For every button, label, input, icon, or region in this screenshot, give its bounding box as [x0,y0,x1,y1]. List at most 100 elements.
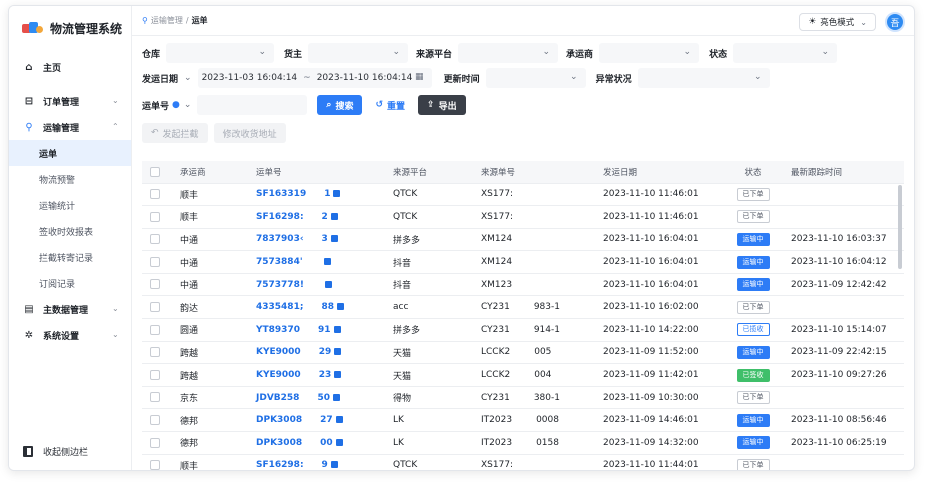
copy-icon[interactable] [333,190,341,198]
select-all-checkbox[interactable] [150,166,160,177]
col-header-latest-track[interactable]: 最新跟踪时间 [783,161,904,184]
row-checkbox[interactable] [150,437,160,448]
waybill-number[interactable]: SF16298: [256,460,304,470]
row-checkbox[interactable] [150,324,160,335]
sidebar-item-orders[interactable]: ⊟ 订单管理 ⌄ [9,88,131,114]
waybill-cell[interactable]: SF16298: 2 [248,205,385,229]
waybill-number[interactable]: DPK3008 [256,438,302,448]
waybill-cell[interactable]: JDVB258 50 [248,386,385,410]
row-checkbox[interactable] [150,234,160,245]
copy-icon[interactable] [334,371,342,379]
table-scrollbar[interactable] [898,185,902,269]
copy-icon[interactable] [324,280,332,288]
col-header-source-no[interactable]: 来源单号 [473,161,595,184]
table-row[interactable]: 圆通 YT89370 91 拼多多 CY231 914-1 2023-11-10 14:22… [142,318,904,342]
waybill-cell[interactable]: 4335481; 88 [248,295,385,320]
col-header-waybill[interactable]: 运单号 [248,161,385,184]
sidebar-item-master-data[interactable]: ▤ 主数据管理 ⌄ [9,296,131,322]
reset-button[interactable]: ↺ 重置 [366,95,415,115]
waybill-number[interactable]: SF163319 [256,189,306,199]
waybill-cell[interactable]: 7837903‹ 3 [248,228,385,252]
col-header-platform[interactable]: 来源平台 [385,161,473,184]
owner-select[interactable]: ⌄ [308,43,409,63]
modify-address-button[interactable]: 修改收货地址 [213,123,286,143]
copy-icon[interactable] [334,348,342,356]
waybill-cell[interactable]: DPK3008 27 [248,408,385,433]
copy-icon[interactable] [333,325,341,333]
row-checkbox[interactable] [150,460,160,470]
table-row[interactable]: 顺丰 SF16298: 2 QTCK XS177: 2023-11-10 11:46:01… [142,205,904,229]
table-row[interactable]: 顺丰 SF163319 1 QTCK XS177: 2023-11-10 11:46:01… [142,183,904,207]
col-header-status[interactable]: 状态 [723,161,783,184]
copy-icon[interactable] [335,416,343,424]
table-row[interactable]: 跨越 KYE9000 29 天猫 LCCK2 005 2023-11-09 11:52:00… [142,341,904,365]
theme-mode-select[interactable]: ☀ 亮色模式 ⌄ [799,13,876,31]
row-checkbox[interactable] [150,414,160,425]
sidebar-sub-transport-stats[interactable]: 运输统计 [9,192,131,218]
col-header-carrier[interactable]: 承运商 [172,161,248,184]
waybill-cell[interactable]: YT89370 91 [248,318,385,342]
waybill-cell[interactable]: SF163319 1 [248,183,385,207]
sidebar-sub-intercept-records[interactable]: 拦截转寄记录 [9,244,131,270]
row-checkbox[interactable] [150,256,160,267]
breadcrumb-parent[interactable]: 运输管理 [151,15,183,26]
sidebar-item-transport[interactable]: ⚲ 运输管理 ⌃ [9,114,131,140]
sidebar-item-settings[interactable]: ✲ 系统设置 ⌄ [9,322,131,348]
row-checkbox[interactable] [150,279,160,290]
ship-date-range[interactable]: 2023-11-03 16:04:14 ~ 2023-11-10 16:04:1… [197,68,432,88]
update-time-select[interactable]: ⌄ [485,68,586,88]
copy-icon[interactable] [323,258,331,266]
exception-select[interactable]: ⌄ [637,68,770,88]
row-checkbox[interactable] [150,392,160,403]
table-row[interactable]: 韵达 4335481; 88 acc CY231 983-1 2023-11-10 16:0… [142,295,904,320]
waybill-number[interactable]: YT89370 [256,325,300,335]
source-platform-select[interactable]: ⌄ [458,43,559,63]
row-checkbox[interactable] [150,302,160,313]
warehouse-select[interactable]: ⌄ [166,43,275,63]
sidebar-sub-sign-report[interactable]: 签收时效报表 [9,218,131,244]
status-select[interactable]: ⌄ [733,43,838,63]
waybill-number[interactable]: 4335481; [256,302,303,312]
search-button[interactable]: ⌕ 搜索 [317,95,363,115]
row-checkbox[interactable] [150,347,160,358]
avatar[interactable]: 吾 [885,12,905,32]
sidebar-sub-logistics-alert[interactable]: 物流预警 [9,166,131,192]
waybill-number[interactable]: 7573778! [256,280,304,290]
table-row[interactable]: 德邦 DPK3008 27 LK IT2023 0008 2023-11-09 14:46:… [142,408,904,433]
waybill-cell[interactable]: KYE9000 23 [248,363,385,387]
waybill-number[interactable]: KYE9000 [256,370,301,380]
table-row[interactable]: 中通 7573778! 抖音 XM123 2023-11-10 16:04:01 运输中 2… [142,273,904,297]
copy-icon[interactable] [332,393,340,401]
sidebar-sub-subscription-records[interactable]: 订阅记录 [9,270,131,296]
sidebar-item-home[interactable]: ⌂ 主页 [9,54,131,80]
waybill-number[interactable]: SF16298: [256,212,304,222]
copy-icon[interactable] [335,438,343,446]
carrier-select[interactable]: ⌄ [599,43,700,63]
waybill-input[interactable] [197,95,308,115]
waybill-number[interactable]: KYE9000 [256,347,301,357]
date-end[interactable]: 2023-11-10 16:04:14 [317,73,413,83]
table-row[interactable]: 顺丰 SF16298: 9 QTCK XS177: 2023-11-10 11:44:01… [142,454,904,470]
col-header-ship-date[interactable]: 发运日期 [595,161,723,184]
row-checkbox[interactable] [150,189,160,200]
waybill-cell[interactable]: 7573884' [248,250,385,274]
copy-icon[interactable] [330,235,338,243]
intercept-button[interactable]: ↶ 发起拦截 [142,123,208,143]
waybill-cell[interactable]: SF16298: 9 [248,454,385,470]
export-button[interactable]: ⇪ 导出 [418,95,466,115]
copy-icon[interactable] [330,461,338,469]
table-row[interactable]: 中通 7837903‹ 3 拼多多 XM124 2023-11-10 16:04:01 运输… [142,228,904,252]
waybill-number[interactable]: 7573884' [256,257,303,267]
waybill-cell[interactable]: 7573778! [248,273,385,297]
waybill-cell[interactable]: KYE9000 29 [248,341,385,365]
sidebar-sub-waybill[interactable]: 运单 [9,140,131,166]
waybill-number[interactable]: DPK3008 [256,415,302,425]
date-start[interactable]: 2023-11-03 16:04:14 [202,73,298,83]
table-row[interactable]: 京东 JDVB258 50 得物 CY231 380-1 2023-11-09 10:30:… [142,386,904,410]
copy-icon[interactable] [330,212,338,220]
waybill-cell[interactable]: DPK3008 00 [248,431,385,455]
copy-icon[interactable] [336,303,344,311]
collapse-sidebar-button[interactable]: 收起侧边栏 [9,445,88,458]
waybill-number[interactable]: 7837903‹ [256,234,304,244]
table-row[interactable]: 跨越 KYE9000 23 天猫 LCCK2 004 2023-11-09 11:42:01… [142,363,904,387]
